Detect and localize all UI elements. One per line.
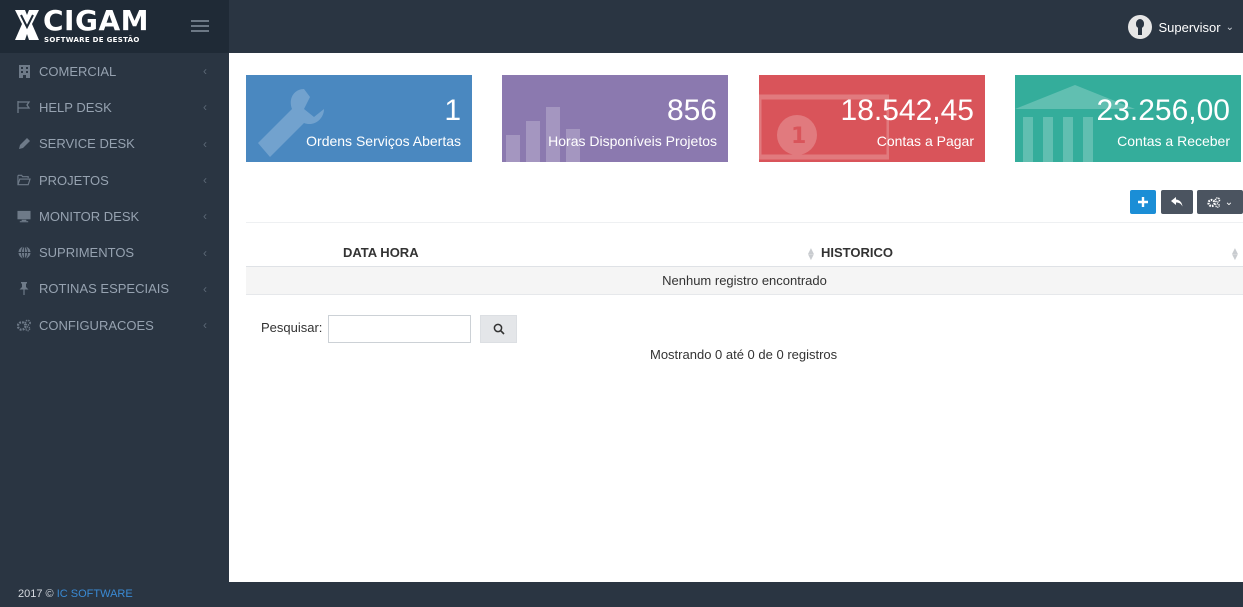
user-name: Supervisor xyxy=(1158,19,1221,35)
sidebar-item-label: ROTINAS ESPECIAIS xyxy=(39,281,170,297)
pencil-icon xyxy=(17,137,31,151)
search-label: Pesquisar: xyxy=(261,320,323,335)
tile-value: 1 xyxy=(444,94,461,127)
sidebar-item-suprimentos[interactable]: SUPRIMENTOS ‹ xyxy=(0,234,229,270)
sidebar-item-label: HELP DESK xyxy=(39,99,112,115)
tile-value: 23.256,00 xyxy=(1096,94,1230,127)
sidebar-item-label: COMERCIAL xyxy=(39,63,117,79)
table-row-border xyxy=(246,294,1243,295)
cogs-icon xyxy=(1207,196,1221,208)
search-input[interactable] xyxy=(328,315,471,343)
sidebar-item-label: SUPRIMENTOS xyxy=(39,245,135,261)
chevron-left-icon: ‹ xyxy=(203,173,207,188)
search-icon xyxy=(493,323,505,335)
globe-icon xyxy=(17,246,31,260)
monitor-icon xyxy=(17,209,31,223)
sidebar-item-help-desk[interactable]: HELP DESK ‹ xyxy=(0,89,229,125)
footer-year: 2017 © xyxy=(18,588,54,600)
tile-value: 18.542,45 xyxy=(840,94,974,127)
folder-open-icon xyxy=(17,173,31,187)
column-header-historico[interactable]: HISTORICO xyxy=(821,245,893,267)
back-button[interactable] xyxy=(1161,190,1193,214)
sidebar-item-projetos[interactable]: PROJETOS ‹ xyxy=(0,162,229,198)
tile-label: Contas a Receber xyxy=(1117,133,1230,149)
tile-horas-disponiveis[interactable]: 856 Horas Disponíveis Projetos xyxy=(502,75,728,162)
table-empty-row: Nenhum registro encontrado xyxy=(246,267,1243,294)
tile-label: Ordens Serviços Abertas xyxy=(306,133,461,149)
sidebar-toggle-icon[interactable] xyxy=(191,17,209,35)
brand-name: CIGAM xyxy=(43,4,149,37)
svg-text:1: 1 xyxy=(791,124,806,149)
footer: 2017 © IC SOFTWARE xyxy=(0,582,1243,607)
user-menu[interactable]: Supervisor ⌄ xyxy=(1128,14,1234,40)
chevron-left-icon: ‹ xyxy=(203,281,207,296)
sidebar-item-comercial[interactable]: COMERCIAL ‹ xyxy=(0,53,229,89)
reply-icon xyxy=(1171,197,1183,207)
search-button[interactable] xyxy=(480,315,517,343)
tools-dropdown-button[interactable]: ⌄ xyxy=(1197,190,1243,214)
chevron-left-icon: ‹ xyxy=(203,136,207,151)
sidebar-item-rotinas-especiais[interactable]: ROTINAS ESPECIAIS ‹ xyxy=(0,271,229,307)
bar-chart-icon xyxy=(506,107,580,162)
tile-contas-pagar[interactable]: 1 18.542,45 Contas a Pagar xyxy=(759,75,985,162)
footer-company-link[interactable]: IC SOFTWARE xyxy=(57,588,133,600)
chevron-down-icon: ⌄ xyxy=(1224,196,1234,208)
sort-icon[interactable]: ▲ ▼ xyxy=(1230,247,1240,263)
logo-area: CIGAM SOFTWARE DE GESTÃO xyxy=(0,0,229,53)
chevron-left-icon: ‹ xyxy=(203,209,207,224)
sidebar-item-label: PROJETOS xyxy=(39,172,109,188)
building-icon xyxy=(17,64,31,78)
records-info: Mostrando 0 até 0 de 0 registros xyxy=(650,347,838,362)
sidebar-item-configuracoes[interactable]: CONFIGURACOES ‹ xyxy=(0,307,229,343)
thumbtack-icon xyxy=(17,282,31,296)
sidebar-item-label: CONFIGURACOES xyxy=(39,317,154,333)
add-button[interactable] xyxy=(1130,190,1156,214)
tile-value: 856 xyxy=(666,94,717,127)
chevron-left-icon: ‹ xyxy=(203,64,207,79)
sidebar-item-service-desk[interactable]: SERVICE DESK ‹ xyxy=(0,126,229,162)
chevron-down-icon: ⌄ xyxy=(1225,21,1234,33)
user-avatar-icon xyxy=(1128,15,1153,39)
cigam-logo[interactable]: CIGAM SOFTWARE DE GESTÃO xyxy=(12,4,172,47)
wrench-icon xyxy=(258,89,324,157)
plus-icon xyxy=(1138,197,1148,207)
column-header-data-hora[interactable]: DATA HORA xyxy=(343,245,419,267)
tile-ordens-servicos[interactable]: 1 Ordens Serviços Abertas xyxy=(246,75,472,162)
tile-contas-receber[interactable]: 23.256,00 Contas a Receber xyxy=(1015,75,1241,162)
cigam-logo-mark-icon xyxy=(15,10,39,40)
tile-label: Horas Disponíveis Projetos xyxy=(548,133,717,149)
flag-icon xyxy=(17,100,31,114)
brand-tagline: SOFTWARE DE GESTÃO xyxy=(44,36,140,44)
tile-label: Contas a Pagar xyxy=(876,133,974,149)
sidebar-item-monitor-desk[interactable]: MONITOR DESK ‹ xyxy=(0,198,229,234)
divider xyxy=(246,222,1243,223)
footer-copyright: 2017 © IC SOFTWARE xyxy=(18,588,133,600)
chevron-left-icon: ‹ xyxy=(203,245,207,260)
cogs-icon xyxy=(17,318,31,332)
sort-icon[interactable]: ▲ ▼ xyxy=(806,247,816,263)
chevron-left-icon: ‹ xyxy=(203,318,207,333)
sidebar-item-label: SERVICE DESK xyxy=(39,136,135,152)
sidebar: COMERCIAL ‹ HELP DESK ‹ SERVICE DESK ‹ P… xyxy=(0,53,229,582)
chevron-left-icon: ‹ xyxy=(203,100,207,115)
top-navbar: CIGAM SOFTWARE DE GESTÃO Supervisor ⌄ xyxy=(0,0,1243,53)
sidebar-item-label: MONITOR DESK xyxy=(39,208,140,224)
